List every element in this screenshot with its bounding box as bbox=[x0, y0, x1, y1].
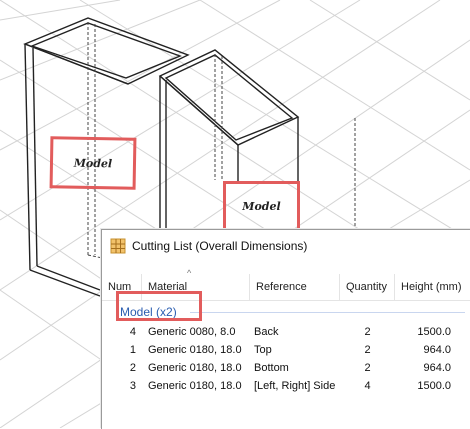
model-label-text: Model bbox=[73, 156, 113, 170]
column-header-height[interactable]: Height (mm) bbox=[395, 274, 467, 300]
table-body: 4 Generic 0080, 8.0 Back 2 1500.0 1 Gene… bbox=[102, 323, 470, 395]
table-row[interactable]: 1 Generic 0180, 18.0 Top 2 964.0 bbox=[102, 341, 470, 359]
group-highlight-box bbox=[116, 291, 202, 321]
column-header-reference[interactable]: Reference bbox=[250, 274, 340, 300]
model-label-text: Model bbox=[242, 199, 281, 213]
table-row[interactable]: 2 Generic 0180, 18.0 Bottom 2 964.0 bbox=[102, 359, 470, 377]
model-label-right: Model bbox=[223, 181, 300, 231]
cutting-list-window[interactable]: Cutting List (Overall Dimensions) Num ^ … bbox=[101, 229, 470, 429]
sort-ascending-icon: ^ bbox=[187, 268, 192, 278]
group-divider bbox=[190, 312, 465, 313]
table-row[interactable]: 4 Generic 0080, 8.0 Back 2 1500.0 bbox=[102, 323, 470, 341]
window-title: Cutting List (Overall Dimensions) bbox=[132, 238, 308, 253]
window-titlebar[interactable]: Cutting List (Overall Dimensions) bbox=[102, 230, 470, 261]
grid-list-icon bbox=[110, 238, 126, 253]
column-header-quantity[interactable]: Quantity bbox=[340, 274, 395, 300]
table-row[interactable]: 3 Generic 0180, 18.0 [Left, Right] Side … bbox=[102, 377, 470, 395]
model-label-left: Model bbox=[49, 136, 137, 190]
